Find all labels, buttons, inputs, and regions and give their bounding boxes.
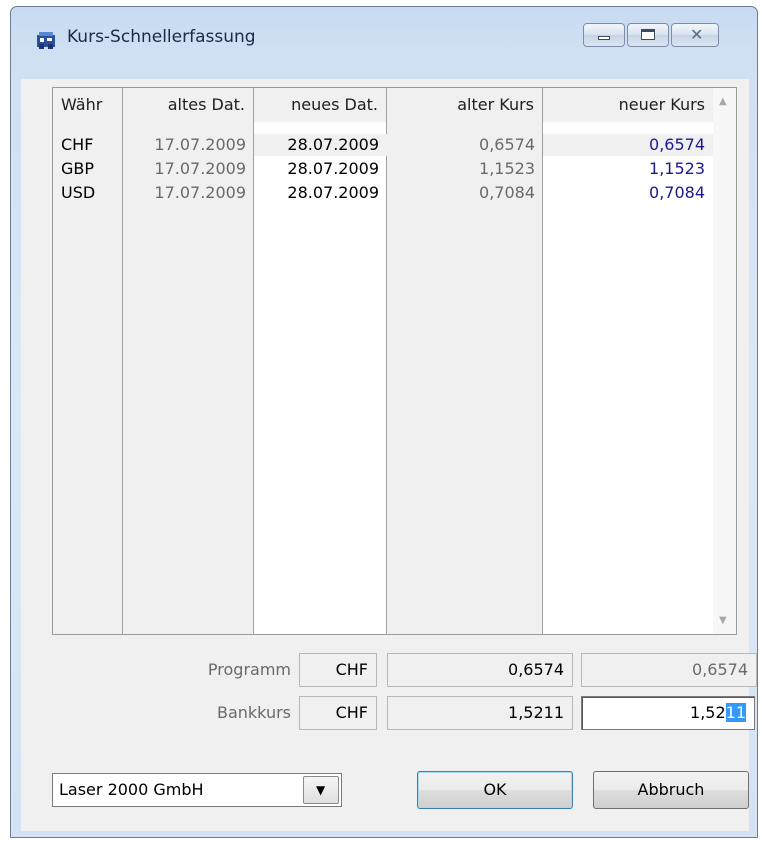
bank-rate-field: 1,5211 [387,696,573,730]
cell-old-rate[interactable]: 0,6574 [387,134,543,156]
header-currency[interactable]: Währ [53,88,122,122]
header-old-rate[interactable]: alter Kurs [387,88,542,122]
minimize-icon [598,36,610,40]
cell-old-rate[interactable]: 1,1523 [387,158,543,180]
cancel-button[interactable]: Abbruch [593,771,749,809]
maximize-icon [641,29,655,40]
bank-rate-input-text: 1,52 [690,703,726,722]
maximize-button[interactable] [627,23,669,47]
column-currency: Währ CHF GBP USD [53,88,123,634]
cell-old-date[interactable]: 17.07.2009 [123,158,254,180]
bank-currency-field: CHF [299,696,377,730]
header-new-date[interactable]: neues Dat. [254,88,386,122]
cell-old-date[interactable]: 17.07.2009 [123,182,254,204]
dropdown-button[interactable]: ▼ [303,776,339,804]
cell-currency[interactable]: GBP [53,158,123,180]
column-old-date: altes Dat. 17.07.2009 17.07.2009 17.07.2… [123,88,254,634]
cell-new-date[interactable]: 28.07.2009 [254,182,387,204]
minimize-button[interactable] [583,23,625,47]
chevron-down-icon: ▼ [316,783,326,797]
program-label: Programm [207,660,291,679]
column-new-date: neues Dat. 28.07.2009 28.07.2009 28.07.2… [254,88,387,634]
close-button[interactable]: ✕ [671,23,719,47]
bank-rate-label: Bankkurs [216,703,291,722]
app-icon [37,32,55,49]
exchange-rate-grid[interactable]: Währ CHF GBP USD altes Dat. 17.07.2009 1… [52,87,737,635]
header-old-date[interactable]: altes Dat. [123,88,253,122]
company-dropdown[interactable]: Laser 2000 GmbH ▼ [52,773,342,807]
header-new-rate[interactable]: neuer Kurs [543,88,713,122]
cell-new-rate[interactable]: 1,1523 [543,158,713,180]
title-bar[interactable]: Kurs-Schnellerfassung ✕ [11,7,757,53]
program-rate-field: 0,6574 [387,653,573,687]
grid-scrollbar[interactable]: ▲ ▼ [713,88,736,634]
cell-currency[interactable]: CHF [53,134,123,156]
program-rate2-field: 0,6574 [581,653,757,687]
company-dropdown-value: Laser 2000 GmbH [59,780,204,799]
window-title: Kurs-Schnellerfassung [67,27,256,47]
cell-new-rate[interactable]: 0,6574 [543,134,713,156]
scroll-up-icon[interactable]: ▲ [719,96,727,107]
cell-new-date[interactable]: 28.07.2009 [254,158,387,180]
cell-currency[interactable]: USD [53,182,123,204]
dialog-window: Kurs-Schnellerfassung ✕ Währ CHF GBP USD… [10,6,758,838]
cell-old-rate[interactable]: 0,7084 [387,182,543,204]
cell-new-date[interactable]: 28.07.2009 [254,134,387,156]
ok-button[interactable]: OK [417,771,573,809]
bank-rate-input[interactable]: 1,5211 [581,696,755,730]
dialog-client-area: Währ CHF GBP USD altes Dat. 17.07.2009 1… [21,79,757,831]
cell-old-date[interactable]: 17.07.2009 [123,134,254,156]
column-old-rate: alter Kurs 0,6574 1,1523 0,7084 [387,88,543,634]
bank-rate-input-selection: 11 [725,703,746,722]
close-icon: ✕ [690,25,704,44]
column-new-rate: neuer Kurs 0,6574 1,1523 0,7084 [543,88,713,634]
scroll-down-icon[interactable]: ▼ [719,615,727,626]
program-currency-field: CHF [299,653,377,687]
cell-new-rate[interactable]: 0,7084 [543,182,713,204]
